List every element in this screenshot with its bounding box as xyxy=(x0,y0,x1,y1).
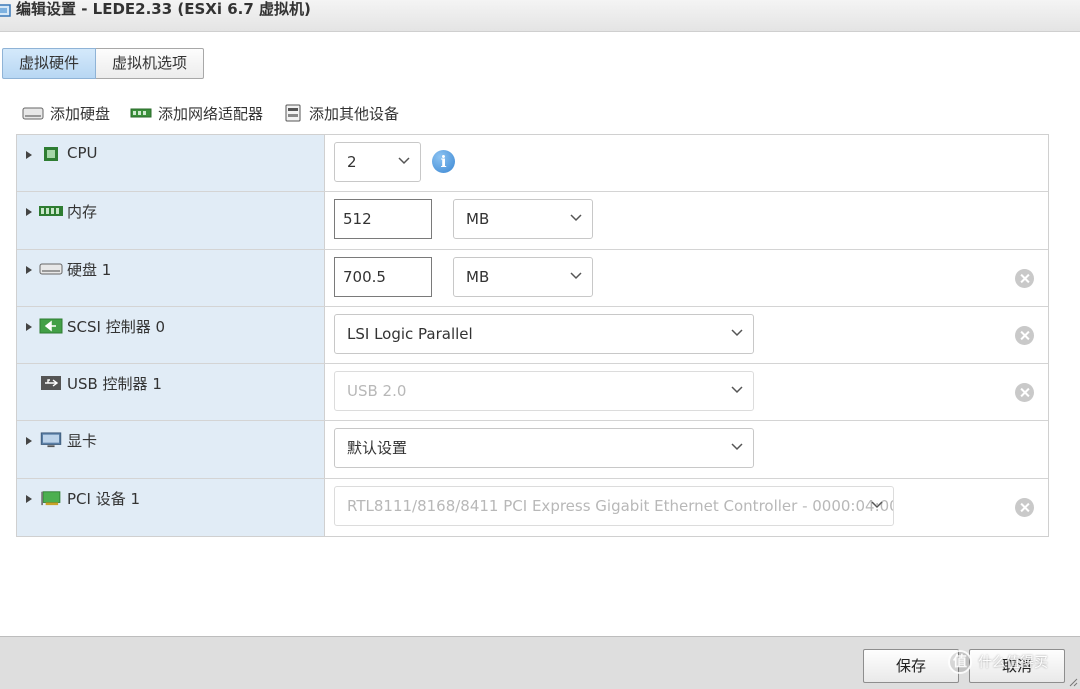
cpu-icon xyxy=(44,147,58,161)
disk-size-input[interactable]: 700.5 xyxy=(334,256,432,297)
memory-unit-select[interactable]: MB xyxy=(453,199,593,240)
chevron-down-icon xyxy=(570,214,582,222)
dialog-footer: 保存 取消 xyxy=(0,636,1080,689)
add-other-device-label: 添加其他设备 xyxy=(309,104,400,123)
memory-size-input[interactable]: 512 xyxy=(334,199,432,240)
chevron-down-icon xyxy=(731,443,743,451)
display-icon xyxy=(40,432,62,448)
tab-vm-options[interactable]: 虚拟机选项 xyxy=(96,48,205,79)
vm-edit-icon xyxy=(0,4,11,17)
cpu-count-value: 2 xyxy=(347,153,357,171)
add-disk-label: 添加硬盘 xyxy=(50,104,111,123)
device-row-header: SCSI 控制器 0 xyxy=(17,306,325,364)
add-other-device-button[interactable]: 添加其他设备 xyxy=(283,103,399,124)
pci-device-select[interactable]: RTL8111/8168/8411 PCI Express Gigabit Et… xyxy=(334,485,894,526)
video-settings-value: 默认设置 xyxy=(347,439,408,458)
pci-device-value: RTL8111/8168/8411 PCI Express Gigabit Et… xyxy=(347,496,894,515)
device-row-header: PCI 设备 1 xyxy=(17,478,325,537)
expand-arrow-icon[interactable] xyxy=(26,494,32,503)
scsi-type-select[interactable]: LSI Logic Parallel xyxy=(334,313,754,354)
device-label-video: 显卡 xyxy=(67,432,98,451)
device-toolbar: 添加硬盘 添加网络适配器 添加其他设备 xyxy=(22,102,419,124)
usb-version-select[interactable]: USB 2.0 xyxy=(334,371,754,412)
memory-icon xyxy=(39,206,63,217)
video-settings-select[interactable]: 默认设置 xyxy=(334,428,754,469)
info-icon[interactable]: i xyxy=(432,150,455,173)
device-row-header: USB 控制器 1 xyxy=(17,364,325,421)
device-row-header: 内存 xyxy=(17,192,325,249)
device-row-pci: PCI 设备 1 RTL8111/8168/8411 PCI Express G… xyxy=(17,478,1048,537)
expand-arrow-icon[interactable] xyxy=(26,265,32,274)
harddisk-icon xyxy=(22,107,44,120)
expand-arrow-icon[interactable] xyxy=(26,322,32,331)
window-title: 编辑设置 - LEDE2.33 (ESXi 6.7 虚拟机) xyxy=(16,0,311,18)
device-row-header: 硬盘 1 xyxy=(17,249,325,306)
expand-arrow-icon[interactable] xyxy=(26,208,32,217)
watermark: 值 什么值得买 xyxy=(948,650,1048,674)
usb-version-value: USB 2.0 xyxy=(347,382,407,401)
scsi-controller-icon xyxy=(39,318,63,334)
pci-card-icon xyxy=(41,491,61,505)
other-device-icon xyxy=(285,104,301,122)
chevron-down-icon xyxy=(731,386,743,394)
device-label-memory: 内存 xyxy=(67,203,98,222)
network-adapter-icon xyxy=(130,108,152,118)
device-row-scsi: SCSI 控制器 0 LSI Logic Parallel xyxy=(17,306,1048,365)
cpu-count-select[interactable]: 2 xyxy=(334,142,421,182)
remove-device-icon[interactable] xyxy=(1015,325,1034,345)
remove-device-icon[interactable] xyxy=(1015,497,1034,517)
remove-device-icon[interactable] xyxy=(1015,383,1034,403)
device-label-usb: USB 控制器 1 xyxy=(67,375,162,394)
tab-bar: 虚拟硬件 虚拟机选项 xyxy=(2,48,205,79)
add-disk-button[interactable]: 添加硬盘 xyxy=(22,103,110,124)
device-row-header: 显卡 xyxy=(17,421,325,478)
remove-device-icon[interactable] xyxy=(1015,268,1034,288)
disk-unit-select[interactable]: MB xyxy=(453,256,593,297)
chevron-down-icon xyxy=(731,329,743,336)
memory-unit-value: MB xyxy=(466,210,490,229)
watermark-logo-icon: 值 xyxy=(948,650,972,674)
device-label-cpu: CPU xyxy=(67,144,98,162)
disk-unit-value: MB xyxy=(466,267,490,286)
device-row-header: CPU xyxy=(17,135,325,192)
device-row-memory: 内存 512 MB xyxy=(17,192,1048,250)
device-label-scsi: SCSI 控制器 0 xyxy=(67,317,166,336)
device-row-video: 显卡 默认设置 xyxy=(17,421,1048,479)
window-titlebar: 编辑设置 - LEDE2.33 (ESXi 6.7 虚拟机) xyxy=(0,0,1080,32)
chevron-down-icon xyxy=(398,157,410,165)
add-nic-button[interactable]: 添加网络适配器 xyxy=(130,103,263,124)
device-row-usb: USB 控制器 1 USB 2.0 xyxy=(17,364,1048,422)
tab-virtual-hardware[interactable]: 虚拟硬件 xyxy=(2,48,97,79)
harddisk-icon xyxy=(39,263,63,275)
scsi-type-value: LSI Logic Parallel xyxy=(347,324,473,343)
device-row-cpu: CPU 2 i xyxy=(17,135,1048,193)
resize-grip-icon[interactable] xyxy=(1068,677,1078,687)
expand-arrow-icon[interactable] xyxy=(26,151,32,159)
device-label-disk: 硬盘 1 xyxy=(67,260,112,279)
device-label-pci: PCI 设备 1 xyxy=(67,489,141,508)
usb-icon xyxy=(41,376,61,391)
chevron-down-icon xyxy=(871,501,883,508)
save-button[interactable]: 保存 xyxy=(863,649,959,683)
device-row-disk: 硬盘 1 700.5 MB xyxy=(17,249,1048,307)
watermark-text: 什么值得买 xyxy=(978,655,1048,671)
add-nic-label: 添加网络适配器 xyxy=(158,104,264,123)
hardware-grid: CPU 2 i 内存 512 MB 硬盘 1 700.5 MB SCSI 控制器… xyxy=(16,134,1049,538)
expand-arrow-icon[interactable] xyxy=(26,437,32,446)
chevron-down-icon xyxy=(570,272,582,279)
